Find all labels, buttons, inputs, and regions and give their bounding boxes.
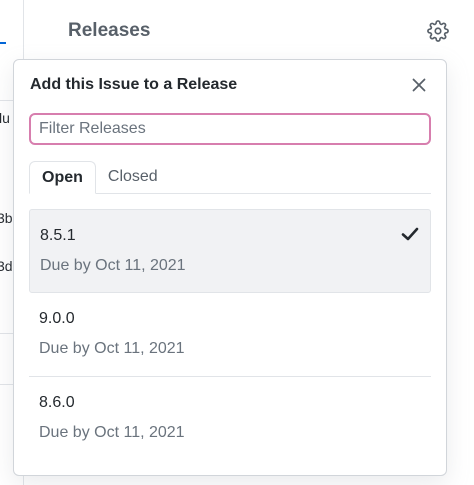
background-text-fragment: 3b bbox=[0, 210, 13, 226]
release-item-8-5-1[interactable]: 8.5.1 Due by Oct 11, 2021 bbox=[29, 209, 431, 293]
release-name: 8.5.1 bbox=[40, 227, 76, 244]
tab-closed[interactable]: Closed bbox=[96, 161, 170, 194]
filter-wrapper bbox=[14, 110, 446, 145]
check-icon bbox=[400, 224, 420, 244]
close-icon[interactable] bbox=[408, 74, 430, 96]
page: lu 3b 3d Releases Add this Issue to a Re… bbox=[0, 0, 474, 485]
release-due-date: Due by Oct 11, 2021 bbox=[39, 340, 185, 357]
releases-sidebar-header: Releases bbox=[68, 16, 450, 46]
filter-releases-input[interactable] bbox=[29, 113, 431, 145]
release-list: 8.5.1 Due by Oct 11, 2021 9.0.0 Due by O… bbox=[29, 209, 431, 461]
release-item-8-6-0[interactable]: 8.6.0 Due by Oct 11, 2021 bbox=[29, 377, 431, 461]
background-box bbox=[0, 333, 14, 385]
release-picker-popover: Add this Issue to a Release Open Closed … bbox=[13, 59, 447, 476]
release-name: 8.6.0 bbox=[39, 394, 75, 411]
release-tabs: Open Closed bbox=[29, 161, 431, 194]
tab-open[interactable]: Open bbox=[29, 161, 96, 194]
background-text-fragment: lu bbox=[0, 110, 10, 126]
background-text-fragment: 3d bbox=[0, 258, 13, 274]
release-name: 9.0.0 bbox=[39, 310, 75, 327]
release-due-date: Due by Oct 11, 2021 bbox=[40, 257, 186, 274]
release-item-9-0-0[interactable]: 9.0.0 Due by Oct 11, 2021 bbox=[29, 293, 431, 377]
background-link-underline bbox=[0, 42, 6, 44]
gear-icon[interactable] bbox=[426, 19, 450, 43]
popover-header: Add this Issue to a Release bbox=[14, 60, 446, 110]
popover-title: Add this Issue to a Release bbox=[30, 76, 238, 93]
sidebar-title: Releases bbox=[68, 20, 151, 41]
release-due-date: Due by Oct 11, 2021 bbox=[39, 424, 185, 441]
